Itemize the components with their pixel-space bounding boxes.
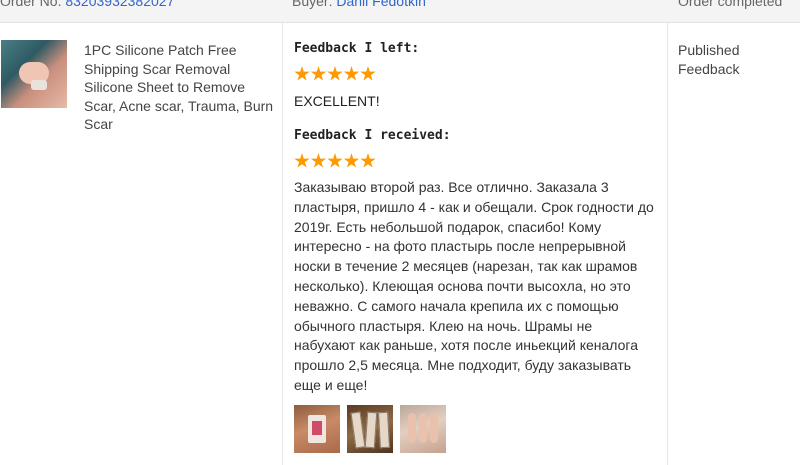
- star-icon: [294, 153, 310, 168]
- order-row: 1PC Silicone Patch Free Shipping Scar Re…: [0, 23, 800, 465]
- feedback-left-text: EXCELLENT!: [294, 93, 380, 109]
- published-feedback-status: Published Feedback: [678, 42, 740, 77]
- product-column: 1PC Silicone Patch Free Shipping Scar Re…: [0, 23, 282, 465]
- order-header: Order No. 83203932382027 Buyer: Danil Fe…: [0, 0, 800, 23]
- star-icon: [360, 66, 376, 81]
- feedback-received-rating: [294, 153, 377, 169]
- photo-strip-shape: [364, 411, 378, 449]
- star-icon: [294, 66, 310, 81]
- photo-package-shape: [308, 415, 326, 443]
- star-icon: [360, 153, 376, 168]
- thumbnail-patch-shape: [31, 80, 47, 90]
- status-column: Published Feedback: [667, 23, 800, 465]
- photo-finger-shape: [430, 413, 438, 443]
- photo-strip-shape: [378, 411, 390, 449]
- review-photo-2[interactable]: [347, 405, 393, 453]
- order-number-link[interactable]: 83203932382027: [65, 0, 174, 9]
- buyer-label: Buyer:: [292, 0, 333, 9]
- star-icon: [343, 66, 360, 81]
- product-title-link[interactable]: 1PC Silicone Patch Free Shipping Scar Re…: [84, 41, 276, 134]
- review-photo-1[interactable]: [294, 405, 340, 453]
- star-icon: [310, 66, 327, 81]
- star-icon: [343, 153, 360, 168]
- buyer-cell: Buyer: Danil Fedotkin: [292, 0, 426, 9]
- order-status: Order completed: [678, 0, 783, 9]
- feedback-column: Feedback I left: EXCELLENT! Feedback I r…: [282, 23, 668, 465]
- buyer-name-link[interactable]: Danil Fedotkin: [336, 0, 426, 9]
- photo-strip-shape: [350, 411, 366, 449]
- order-number-cell: Order No. 83203932382027: [0, 0, 174, 9]
- feedback-left-rating: [294, 66, 377, 82]
- star-icon: [327, 153, 343, 168]
- feedback-left-heading: Feedback I left:: [294, 41, 420, 56]
- photo-finger-shape: [408, 413, 416, 443]
- feedback-received-text: Заказываю второй раз. Все отлично. Заказ…: [294, 179, 654, 393]
- star-icon: [327, 66, 343, 81]
- star-icon: [310, 153, 327, 168]
- product-thumbnail[interactable]: [1, 40, 67, 108]
- review-photo-3[interactable]: [400, 405, 446, 453]
- photo-finger-shape: [419, 413, 427, 443]
- order-number-label: Order No.: [0, 0, 62, 9]
- feedback-received-heading: Feedback I received:: [294, 128, 451, 143]
